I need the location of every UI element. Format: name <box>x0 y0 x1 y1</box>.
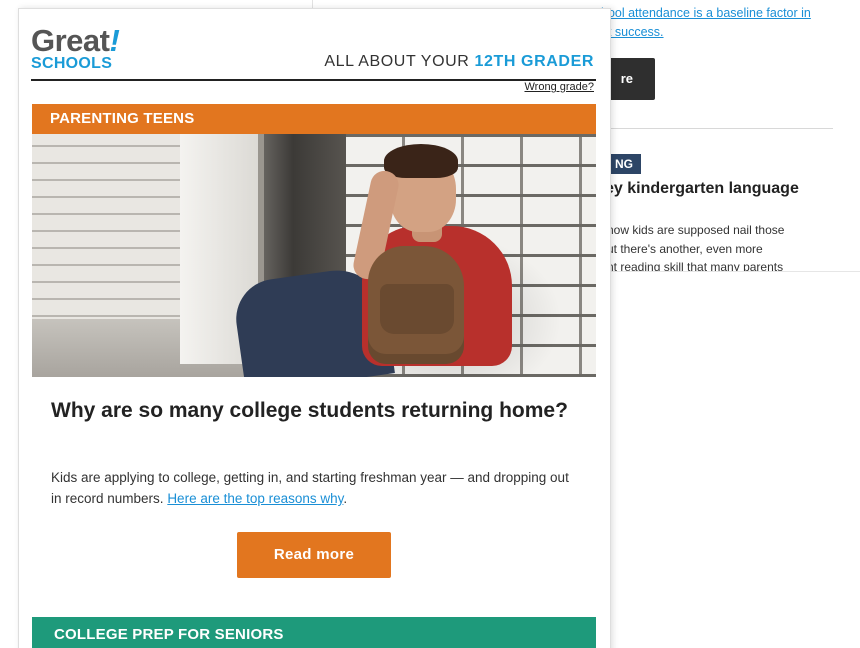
article-summary: Kids are applying to college, getting in… <box>51 470 569 506</box>
article-title[interactable]: Why are so many college students returni… <box>51 398 571 424</box>
section-header-college-prep: COLLEGE PREP FOR SENIORS <box>32 617 596 648</box>
background-headline[interactable]: ey kindergarten language <box>605 180 799 198</box>
logo-bang: ! <box>109 23 120 58</box>
read-more-button[interactable]: Read more <box>237 532 391 578</box>
article-hero-image[interactable] <box>32 134 596 377</box>
grade-heading: ALL ABOUT YOUR 12TH GRADER <box>324 53 594 70</box>
top-reasons-link[interactable]: Here are the top reasons why <box>167 491 343 506</box>
header-divider <box>31 79 596 81</box>
greatschools-logo[interactable]: Great! SCHOOLS <box>31 25 151 72</box>
section-header-parenting-teens: PARENTING TEENS <box>32 104 596 134</box>
background-body-text: now kids are supposed nail those ut ther… <box>607 223 785 272</box>
wrong-grade-link[interactable]: Wrong grade? <box>524 81 594 93</box>
attendance-link[interactable]: hool attendance is a baseline factor in <box>601 6 811 20</box>
grade-value: 12TH GRADER <box>474 53 594 70</box>
background-divider <box>605 128 833 129</box>
newsletter-email: Great! SCHOOLS ALL ABOUT YOUR 12TH GRADE… <box>18 8 611 648</box>
logo-schools-text: SCHOOLS <box>31 55 113 72</box>
logo-great-text: Great <box>31 23 110 58</box>
